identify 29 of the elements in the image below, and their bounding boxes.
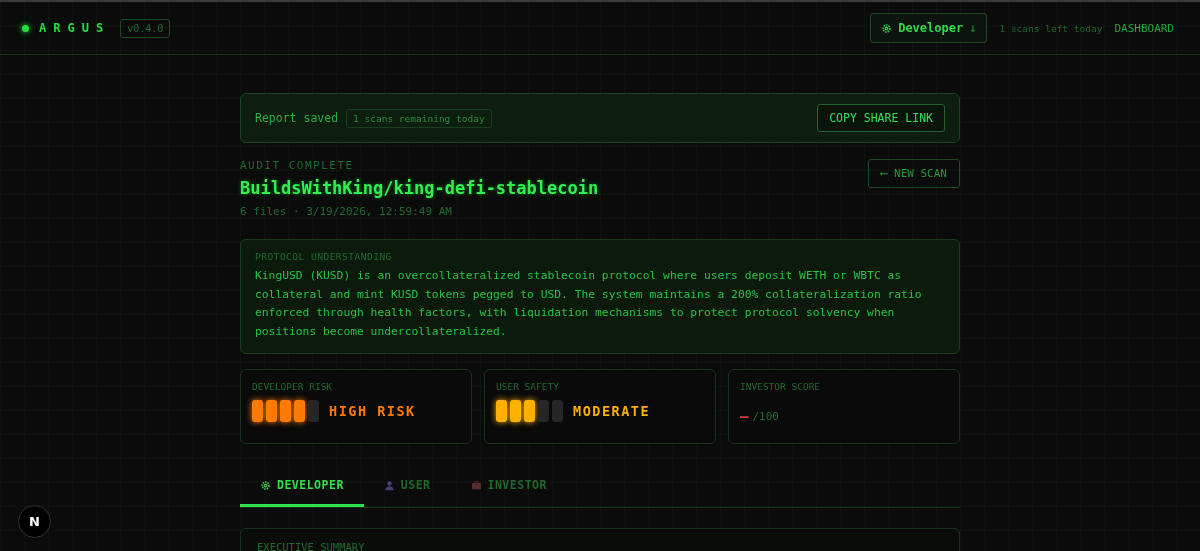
role-selector[interactable]: Developer ↓ — [870, 13, 988, 43]
scans-left-text: 1 scans left today — [999, 22, 1103, 34]
gear-icon — [260, 479, 271, 491]
tab[interactable]: DEVELOPER — [240, 470, 364, 507]
score-label: INVESTOR SCORE — [740, 381, 822, 392]
audit-meta: 6 files · 3/19/2026, 12:59:49 AM — [240, 205, 453, 218]
dashboard-link[interactable]: DASHBOARD — [1114, 21, 1174, 35]
risk-verdict: HIGH RISK — [329, 403, 416, 419]
report-saved-text: Report saved — [255, 111, 339, 125]
card-title: PROTOCOL UNDERSTANDING — [255, 251, 393, 262]
protocol-description: KingUSD (KUSD) is an overcollateralized stablecoin protocol where users deposit WETH or WBTC as collateral and mint KUSD tokens pegged to USD. The system maintains a 200% collateralization ratio enforced through health factors, with liquidation mechanisms to protect protocol solvency when positions become undercollateralized. — [255, 268, 923, 340]
gear-icon — [881, 22, 893, 34]
repo-title: BuildsWithKing/king-defi-stablecoin — [240, 178, 599, 198]
audit-status-label: AUDIT COMPLETE — [240, 159, 355, 172]
scans-remaining-badge: 1 scans remaining today — [346, 108, 492, 128]
dev-tools-badge[interactable]: N — [18, 505, 51, 538]
status-dot-icon — [22, 24, 29, 32]
copy-share-link-button[interactable]: COPY SHARE LINK — [817, 104, 945, 132]
briefcase-icon — [470, 479, 482, 491]
card-title: EXECUTIVE SUMMARY — [257, 541, 366, 551]
version-badge: v0.4.0 — [120, 18, 171, 38]
score-label: DEVELOPER RISK — [252, 381, 334, 392]
risk-verdict: MODERATE — [573, 403, 651, 419]
score-suffix: /100 — [752, 409, 779, 423]
new-scan-button[interactable]: ⟵ NEW SCAN — [867, 159, 960, 188]
score-value: — — [740, 408, 749, 424]
person-icon — [383, 479, 395, 491]
score-label: USER SAFETY — [496, 381, 560, 392]
app-logo: ARGUS — [39, 21, 111, 35]
